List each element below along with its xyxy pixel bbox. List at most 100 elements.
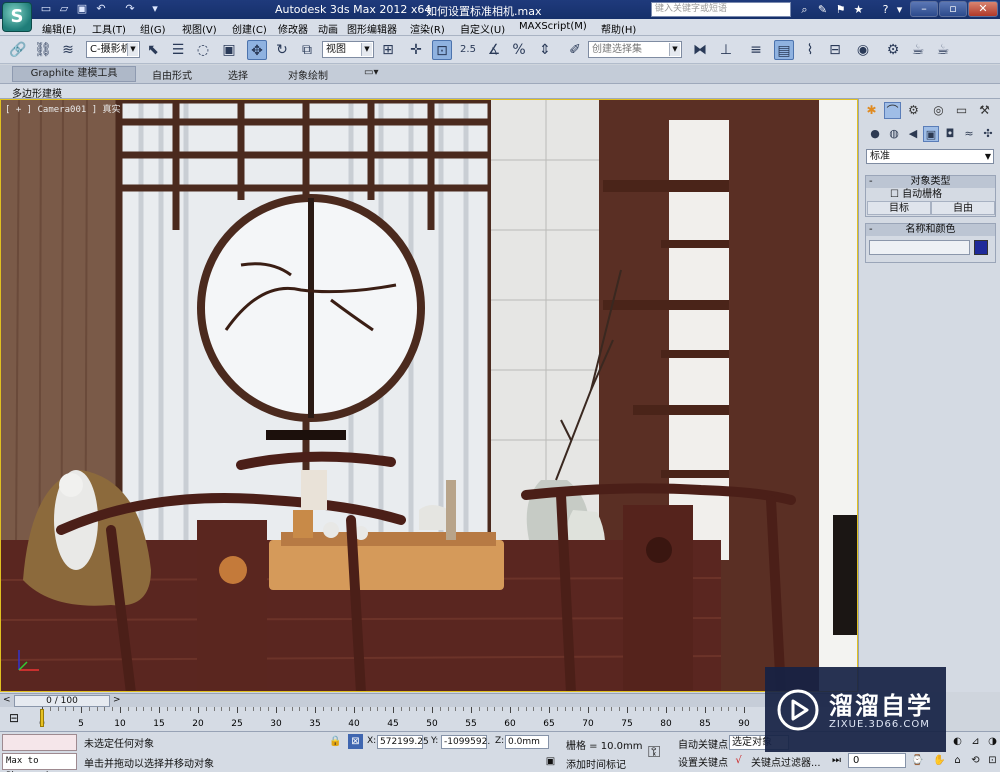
autogrid-checkbox[interactable]: ☐ 自动栅格: [866, 188, 995, 201]
menu-views[interactable]: 视图(V): [182, 21, 217, 36]
mini-curve-editor-icon[interactable]: ⊟: [9, 711, 23, 725]
select-rotate-icon[interactable]: ↻: [272, 40, 292, 60]
z-coordinate-field[interactable]: 0.0mm: [505, 735, 549, 749]
reference-coord-dropdown[interactable]: 视图 ▼: [322, 41, 374, 58]
x-coordinate-field[interactable]: 572199.25: [377, 735, 429, 749]
quick-access-menu-icon[interactable]: ▾: [147, 2, 163, 16]
y-coordinate-field[interactable]: -1099592.: [441, 735, 490, 749]
previous-frame-icon[interactable]: <: [3, 695, 11, 705]
redo-icon[interactable]: ↷: [122, 2, 138, 16]
systems-icon[interactable]: ✣: [980, 126, 996, 142]
time-config-icon[interactable]: ⌚: [910, 753, 925, 768]
current-frame-marker[interactable]: [40, 709, 44, 727]
curve-editor-icon[interactable]: ⌇: [800, 40, 820, 60]
utilities-tab-icon[interactable]: ⚒: [976, 102, 993, 119]
field-of-view-icon[interactable]: ⊿: [968, 734, 983, 749]
pivot-center-icon[interactable]: ⊞: [378, 40, 398, 60]
undo-icon[interactable]: ↶: [93, 2, 109, 16]
geometry-icon[interactable]: ●: [867, 126, 883, 142]
time-slider-knob[interactable]: 0 / 100: [14, 695, 110, 707]
bind-space-warp-icon[interactable]: ≋: [58, 40, 78, 60]
tab-object-paint[interactable]: 对象绘制: [288, 67, 328, 82]
lights-icon[interactable]: ◀: [905, 126, 921, 142]
add-time-tag[interactable]: 添加时间标记: [566, 756, 626, 771]
render-setup-icon[interactable]: ⚙: [883, 40, 903, 60]
menu-animation[interactable]: 动画: [318, 21, 338, 36]
auto-key-button[interactable]: 自动关键点: [678, 736, 728, 751]
save-file-icon[interactable]: ▣: [74, 2, 90, 16]
menu-modifiers[interactable]: 修改器: [278, 21, 308, 36]
tab-graphite-modeling[interactable]: Graphite 建模工具: [12, 66, 136, 82]
open-file-icon[interactable]: ▱: [56, 2, 72, 16]
help-dropdown-icon[interactable]: ▾: [892, 2, 907, 17]
graphite-toggle-icon[interactable]: ▤: [774, 40, 794, 60]
menu-edit[interactable]: 编辑(E): [42, 21, 76, 36]
maxscript-listener-input[interactable]: [2, 734, 77, 751]
mirror-icon[interactable]: ⧓: [690, 40, 710, 60]
help-search-input[interactable]: 键入关键字或短语: [651, 2, 791, 17]
dolly-icon[interactable]: ◑: [985, 734, 1000, 749]
select-object-icon[interactable]: ⬉: [143, 40, 163, 60]
time-tag-icon[interactable]: ▣: [543, 754, 558, 769]
favorites-star-icon[interactable]: ★: [851, 2, 866, 17]
object-name-input[interactable]: [869, 240, 970, 255]
walk-through-icon[interactable]: ⌂: [950, 753, 965, 768]
cameras-icon[interactable]: ▣: [923, 126, 939, 142]
maximize-button[interactable]: ▫: [939, 1, 967, 17]
material-editor-icon[interactable]: ◉: [853, 40, 873, 60]
menu-group[interactable]: 组(G): [140, 21, 166, 36]
lock-selection-icon[interactable]: 🔒: [328, 734, 343, 749]
named-selection-dropdown[interactable]: 创建选择集 ▼: [588, 41, 682, 58]
tools-icon[interactable]: ✎: [815, 2, 830, 17]
angle-snap-icon[interactable]: ∡: [484, 40, 504, 60]
track-bar[interactable]: ⊟ 051015202530354045505560657075808590: [0, 707, 858, 731]
maxscript-output[interactable]: Max to Physcs (: [2, 753, 77, 772]
select-scale-icon[interactable]: ⧉: [297, 40, 317, 60]
motion-tab-icon[interactable]: ◎: [930, 102, 947, 119]
menu-customize[interactable]: 自定义(U): [460, 21, 505, 36]
menu-rendering[interactable]: 渲染(R): [410, 21, 445, 36]
menu-create[interactable]: 创建(C): [232, 21, 267, 36]
selection-region-icon[interactable]: ◌: [193, 40, 213, 60]
tab-freeform[interactable]: 自由形式: [152, 67, 192, 82]
menu-graph-editors[interactable]: 图形编辑器: [347, 21, 397, 36]
menu-maxscript[interactable]: MAXScript(M): [519, 21, 587, 32]
free-camera-button[interactable]: 自由: [931, 201, 995, 215]
snaps-toggle-icon[interactable]: 2.5: [458, 40, 478, 60]
object-type-header[interactable]: - 对象类型: [866, 176, 995, 188]
select-manipulate-icon[interactable]: ✛: [406, 40, 426, 60]
roll-icon[interactable]: ⟲: [968, 753, 983, 768]
minimize-button[interactable]: –: [910, 1, 938, 17]
next-frame-icon[interactable]: >: [113, 695, 121, 705]
time-slider[interactable]: < 0 / 100 >: [0, 693, 858, 707]
orbit-icon[interactable]: ◐: [950, 734, 965, 749]
create-tab-icon[interactable]: ✱: [863, 102, 880, 119]
rendered-frame-icon[interactable]: ☕: [908, 40, 928, 60]
menu-help[interactable]: 帮助(H): [601, 21, 636, 36]
polygon-modeling-label[interactable]: 多边形建模: [12, 85, 62, 100]
window-crossing-icon[interactable]: ▣: [219, 40, 239, 60]
link-icon[interactable]: 🔗: [8, 40, 28, 60]
menu-tools[interactable]: 工具(T): [92, 21, 126, 36]
set-key-button[interactable]: 设置关键点: [678, 754, 728, 769]
selection-filter-dropdown[interactable]: C-摄影机 ▼: [86, 41, 140, 58]
select-by-name-icon[interactable]: ☰: [168, 40, 188, 60]
close-button[interactable]: ✕: [968, 1, 998, 17]
go-to-end-icon[interactable]: ⏭: [829, 753, 844, 768]
schematic-view-icon[interactable]: ⊟: [825, 40, 845, 60]
frame-ruler[interactable]: 051015202530354045505560657075808590: [39, 707, 750, 731]
current-frame-field[interactable]: 0: [848, 753, 906, 768]
object-color-swatch[interactable]: [974, 240, 988, 255]
tab-selection[interactable]: 选择: [228, 67, 248, 82]
spinner-snap-icon[interactable]: ⇕: [535, 40, 555, 60]
app-logo-icon[interactable]: S: [2, 2, 32, 32]
layer-manager-icon[interactable]: ≡: [746, 40, 766, 60]
maximize-viewport-icon[interactable]: ⊡: [985, 753, 1000, 768]
shapes-icon[interactable]: ◍: [886, 126, 902, 142]
key-icon[interactable]: ⚿: [648, 742, 660, 762]
target-camera-button[interactable]: 目标: [867, 201, 931, 215]
helpers-icon[interactable]: ◘: [942, 126, 958, 142]
display-tab-icon[interactable]: ▭: [953, 102, 970, 119]
select-move-icon[interactable]: ✥: [247, 40, 267, 60]
ribbon-options-icon[interactable]: ▭▾: [364, 67, 378, 78]
